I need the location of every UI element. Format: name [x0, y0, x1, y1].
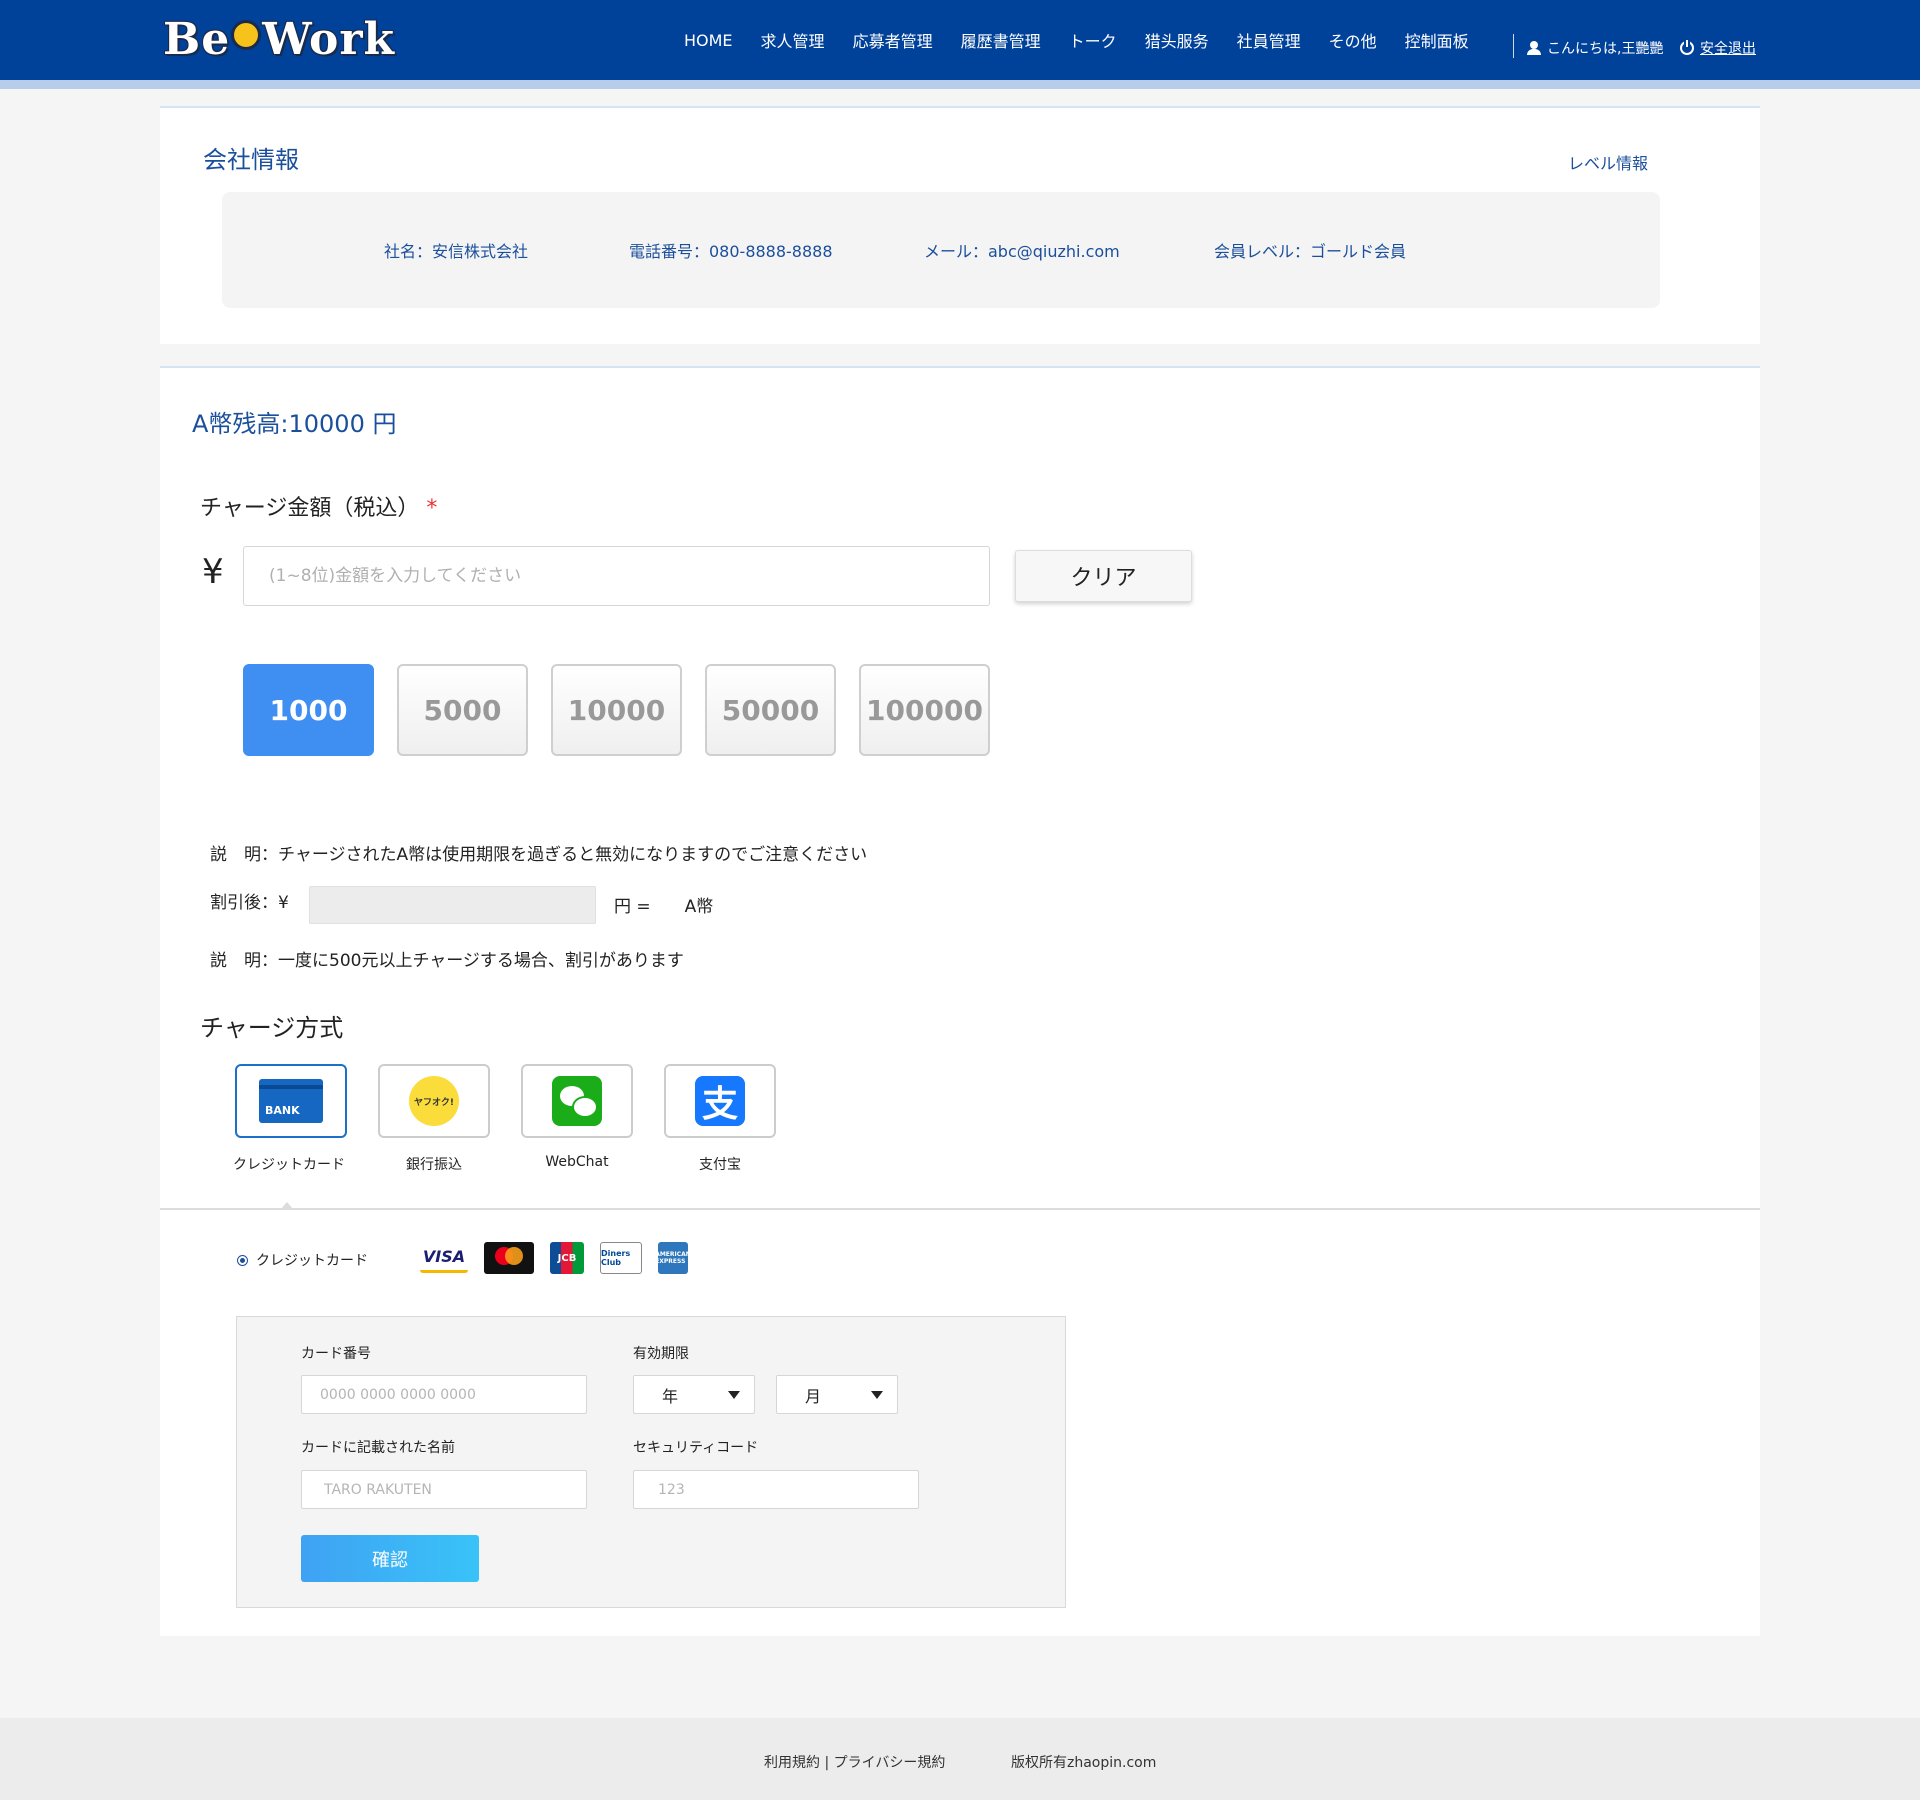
- expiry-note: 説 明：チャージされたA幣は使用期限を過ぎると無効になりますのでご注意ください: [210, 845, 868, 865]
- security-code-label: セキュリティコード: [633, 1440, 759, 1456]
- expiry-year-value: 年: [662, 1386, 679, 1406]
- payment-divider: [160, 1208, 1760, 1210]
- required-mark: *: [426, 496, 438, 521]
- nav-home[interactable]: HOME: [670, 31, 747, 50]
- nav-employee-management[interactable]: 社員管理: [1223, 28, 1315, 52]
- yen-symbol: ¥: [202, 552, 224, 592]
- bank-card-icon: BANK: [259, 1079, 323, 1123]
- cardholder-name-input[interactable]: [301, 1470, 587, 1509]
- confirm-button[interactable]: 確認: [301, 1535, 479, 1582]
- clear-button[interactable]: クリア: [1015, 550, 1192, 602]
- alipay-icon: 支: [695, 1076, 745, 1126]
- nav-divider: [1513, 34, 1514, 58]
- user-icon: [1527, 41, 1541, 55]
- expiry-month-select[interactable]: 月: [776, 1375, 898, 1414]
- expiry-year-select[interactable]: 年: [633, 1375, 755, 1414]
- credit-card-radio-label: クレジットカード: [256, 1253, 368, 1269]
- chevron-down-icon: [871, 1390, 883, 1399]
- amount-option-5000[interactable]: 5000: [397, 664, 528, 756]
- logo-text-right: Work: [262, 13, 396, 65]
- company-info-title: 会社情報: [203, 146, 299, 174]
- amount-option-1000[interactable]: 1000: [243, 664, 374, 756]
- company-info-panel: 会社情報 レベル情報 社名：安信株式会社 電話番号：080-8888-8888 …: [160, 106, 1760, 344]
- nav-talk[interactable]: トーク: [1055, 28, 1131, 52]
- nav-headhunter[interactable]: 猎头服务: [1131, 28, 1223, 52]
- visa-icon: VISA: [420, 1243, 468, 1273]
- company-email: メール：abc@qiuzhi.com: [924, 242, 1120, 261]
- amex-icon: AMERICAN EXPRESS: [655, 1242, 691, 1274]
- top-header: Be Work HOME 求人管理 応募者管理 履歴書管理 トーク 猎头服务 社…: [0, 0, 1920, 80]
- logout-link[interactable]: 安全退出: [1680, 38, 1756, 58]
- card-brands: VISA JCB Diners Club AMERICAN EXPRESS: [420, 1242, 691, 1274]
- jcb-icon: JCB: [550, 1242, 584, 1274]
- logo-text-left: Be: [163, 13, 231, 65]
- bank-badge: BANK: [265, 1104, 300, 1117]
- discount-label: 割引後：¥: [210, 893, 289, 913]
- company-name: 社名：安信株式会社: [384, 242, 529, 261]
- charge-method-title: チャージ方式: [200, 1014, 344, 1042]
- greeting-text: こんにちは,王艷艷: [1547, 41, 1664, 57]
- expiry-label: 有効期限: [633, 1346, 689, 1362]
- yahoo-auction-icon: ヤフオク!: [409, 1076, 459, 1126]
- user-greeting: こんにちは,王艷艷: [1527, 38, 1663, 58]
- preset-amounts: 1000 5000 10000 50000 100000: [243, 664, 990, 756]
- method-wechat[interactable]: [521, 1064, 633, 1138]
- method-label-bank-transfer: 銀行振込: [406, 1157, 462, 1173]
- expiry-month-value: 月: [805, 1386, 822, 1406]
- amount-option-10000[interactable]: 10000: [551, 664, 682, 756]
- amount-option-50000[interactable]: 50000: [705, 664, 836, 756]
- main-nav: HOME 求人管理 応募者管理 履歴書管理 トーク 猎头服务 社員管理 その他 …: [670, 0, 1483, 80]
- member-level: 会員レベル：ゴールド会員: [1214, 242, 1407, 261]
- mastercard-icon: [484, 1242, 534, 1274]
- discount-note: 説 明：一度に500元以上チャージする場合、割引があります: [210, 951, 684, 971]
- balance-text: A幣残高:10000 円: [192, 410, 397, 438]
- footer: 利用規約 | プライバシー規約 版权所有zhaopin.com: [0, 1718, 1920, 1800]
- credit-card-radio[interactable]: クレジットカード: [237, 1250, 368, 1270]
- bework-logo[interactable]: Be Work: [163, 10, 395, 68]
- cardholder-name-label: カードに記載された名前: [301, 1440, 455, 1456]
- charge-amount-input[interactable]: [243, 546, 990, 606]
- charge-panel: A幣残高:10000 円 チャージ金額（税込） * ¥ クリア 1000 500…: [160, 366, 1760, 1636]
- method-label-credit-card: クレジットカード: [233, 1157, 345, 1173]
- footer-links[interactable]: 利用規約 | プライバシー規約: [764, 1752, 945, 1772]
- method-alipay[interactable]: 支: [664, 1064, 776, 1138]
- charge-amount-title: チャージ金額（税込） *: [200, 490, 437, 522]
- card-number-label: カード番号: [301, 1346, 371, 1362]
- power-icon: [1680, 40, 1694, 55]
- discount-amount-field: [309, 886, 596, 924]
- method-credit-card[interactable]: BANK: [235, 1064, 347, 1138]
- bee-icon: [231, 20, 262, 50]
- radio-selected-icon: [237, 1254, 248, 1266]
- card-number-input[interactable]: [301, 1375, 587, 1414]
- company-phone: 電話番号：080-8888-8888: [629, 242, 833, 261]
- security-code-input[interactable]: [633, 1470, 919, 1509]
- nav-job-management[interactable]: 求人管理: [747, 28, 839, 52]
- company-info-box: 社名：安信株式会社 電話番号：080-8888-8888 メール：abc@qiu…: [222, 192, 1660, 308]
- wechat-icon: [552, 1076, 602, 1126]
- method-label-alipay: 支付宝: [699, 1157, 741, 1173]
- level-info-link[interactable]: レベル情報: [1568, 150, 1648, 174]
- header-strip: [0, 80, 1920, 89]
- diners-club-icon: Diners Club: [600, 1242, 642, 1274]
- amount-option-100000[interactable]: 100000: [859, 664, 990, 756]
- footer-copyright: 版权所有zhaopin.com: [1011, 1755, 1157, 1771]
- discount-suffix: 円 = A幣: [614, 897, 714, 917]
- charge-amount-title-text: チャージ金額（税込）: [200, 496, 420, 521]
- nav-control-panel[interactable]: 控制面板: [1391, 28, 1483, 52]
- nav-other[interactable]: その他: [1315, 28, 1391, 52]
- card-form: カード番号 有効期限 年 月 カードに記載された名前 セキュリティコード 確認: [236, 1316, 1066, 1608]
- method-bank-transfer[interactable]: ヤフオク!: [378, 1064, 490, 1138]
- logout-text: 安全退出: [1700, 41, 1756, 57]
- chevron-down-icon: [728, 1390, 740, 1399]
- nav-applicant-management[interactable]: 応募者管理: [839, 28, 947, 52]
- nav-resume-management[interactable]: 履歴書管理: [947, 28, 1055, 52]
- method-label-wechat: WebChat: [545, 1154, 609, 1170]
